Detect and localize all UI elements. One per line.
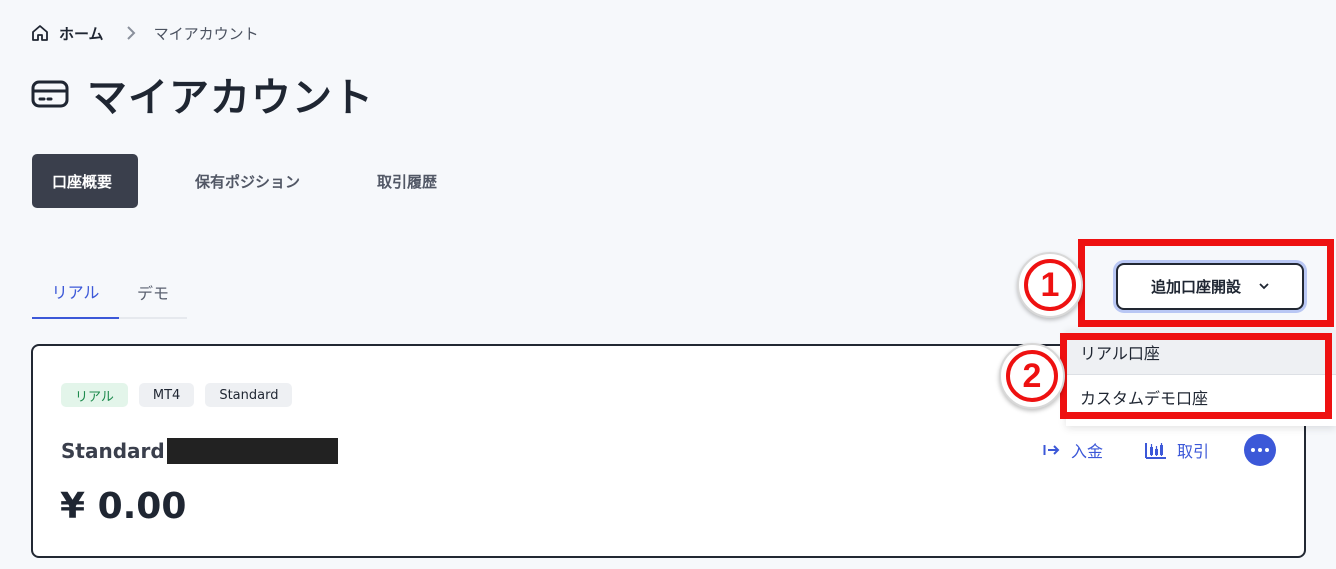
- breadcrumb-current: マイアカウント: [153, 24, 259, 43]
- main-tabs: 口座概要 保有ポジション 取引履歴: [32, 154, 437, 208]
- page-header: マイアカウント: [31, 66, 374, 122]
- annotation-number-1: 1: [1024, 259, 1076, 311]
- account-type-tabs: リアル デモ: [32, 264, 187, 319]
- tab-real[interactable]: リアル: [32, 264, 119, 319]
- tab-open-positions[interactable]: 保有ポジション: [195, 154, 300, 208]
- chevron-right-icon: [126, 26, 135, 40]
- candlestick-chart-icon: [1144, 443, 1166, 459]
- trade-button[interactable]: 取引: [1144, 438, 1209, 462]
- credit-card-icon: [31, 80, 69, 108]
- account-badges: リアル MT4 Standard: [61, 383, 293, 407]
- annotation-box-step2: [1060, 333, 1332, 419]
- tab-account-overview[interactable]: 口座概要: [32, 154, 138, 208]
- badge-real: リアル: [61, 383, 128, 407]
- tab-demo[interactable]: デモ: [119, 264, 187, 319]
- page-title: マイアカウント: [87, 75, 374, 121]
- badge-platform: MT4: [138, 383, 195, 407]
- redacted-account-number: [166, 438, 338, 464]
- account-balance: ¥ 0.00: [60, 486, 187, 527]
- deposit-label: 入金: [1070, 442, 1103, 461]
- more-options-button[interactable]: [1244, 434, 1276, 466]
- tab-trade-history[interactable]: 取引履歴: [377, 154, 437, 208]
- home-icon[interactable]: [31, 24, 49, 42]
- account-actions: 入金 取引: [1043, 434, 1276, 466]
- breadcrumb: ホーム マイアカウント: [31, 21, 259, 45]
- arrow-right-to-bar-icon: [1043, 445, 1060, 455]
- account-name-row: Standard: [61, 438, 338, 464]
- account-name: Standard: [61, 439, 165, 463]
- annotation-marker-step1: 1: [1017, 252, 1083, 318]
- more-dots-icon: [1251, 448, 1255, 452]
- annotation-number-2: 2: [1006, 350, 1058, 402]
- annotation-box-step1: [1078, 239, 1334, 327]
- annotation-marker-step2: 2: [999, 343, 1065, 409]
- deposit-button[interactable]: 入金: [1043, 438, 1103, 462]
- breadcrumb-home-link[interactable]: ホーム: [59, 23, 104, 44]
- badge-account-type: Standard: [205, 383, 293, 407]
- trade-label: 取引: [1176, 442, 1209, 461]
